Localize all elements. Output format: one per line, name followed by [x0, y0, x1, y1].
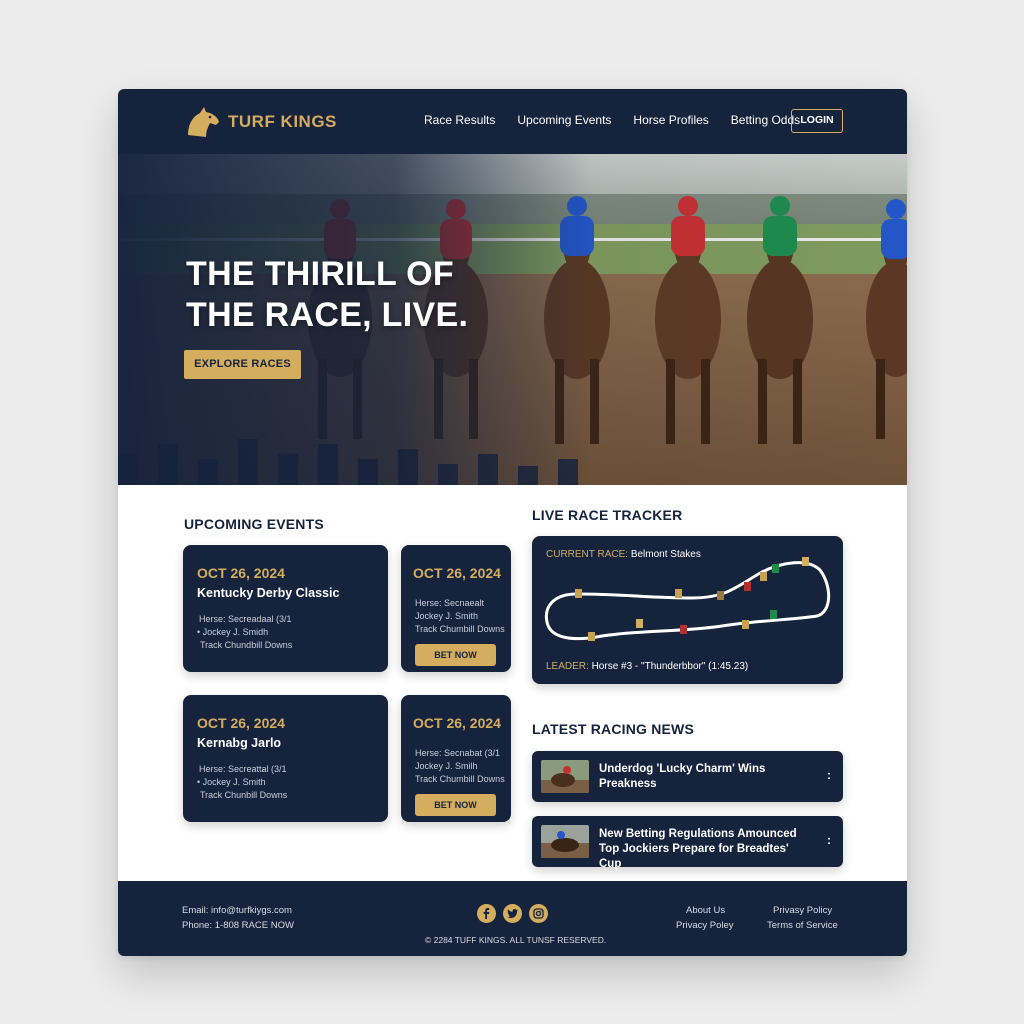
event-horse: Herse: Secreadaal (3/1 — [199, 614, 292, 624]
twitter-icon[interactable] — [503, 904, 522, 923]
instagram-icon[interactable] — [529, 904, 548, 923]
news-headline: Underdog 'Lucky Charm' Wins Preakness — [599, 763, 766, 790]
event-date: OCT 26, 2024 — [413, 715, 501, 731]
event-name: Kentucky Derby Classic — [197, 586, 340, 600]
news-item-2[interactable]: New Betting Regulations Amounced Top Joc… — [532, 816, 843, 870]
more-options-icon[interactable]: : — [827, 833, 831, 847]
more-options-icon[interactable]: : — [827, 768, 831, 782]
footer-phone: Phone: 1-808 RACE NOW — [182, 920, 294, 931]
hero-title-line-1: THE THIRILL OF — [186, 255, 454, 293]
event-date: OCT 26, 2024 — [197, 565, 285, 581]
brand-logo[interactable]: TURF KINGS — [184, 105, 337, 139]
footer: Email: info@turfkiygs.com Phone: 1-808 R… — [118, 881, 907, 956]
top-nav: TURF KINGS Race Results Upcoming Events … — [118, 89, 907, 154]
footer-link-privacy-poley[interactable]: Privacy Poley — [676, 920, 734, 931]
nav-links: Race Results Upcoming Events Horse Profi… — [424, 113, 822, 127]
nav-betting-odds[interactable]: Betting Odds — [731, 113, 800, 127]
event-jockey: Jockey J. Smilh — [415, 761, 478, 771]
footer-link-privacy-policy[interactable]: Privasy Policy — [773, 905, 832, 916]
upcoming-events-title: UPCOMING EVENTS — [184, 516, 324, 532]
event-jockey: • Jockey J. Smidh — [197, 627, 269, 637]
login-button[interactable]: LOGIN — [791, 109, 843, 133]
event-card-2[interactable]: OCT 26, 2024 Herse: Secnaealt Jockey J. … — [401, 545, 511, 672]
leader-value: Horse #3 - "Thunderbbor" (1:45.23) — [591, 661, 749, 672]
page-card: TURF KINGS Race Results Upcoming Events … — [118, 89, 907, 956]
bet-now-button[interactable]: BET NOW — [415, 644, 496, 666]
event-card-3[interactable]: OCT 26, 2024 Kernabg Jarlo Herse: Secrea… — [183, 695, 388, 822]
footer-email[interactable]: Email: info@turfkiygs.com — [182, 905, 292, 916]
facebook-icon[interactable] — [477, 904, 496, 923]
event-card-1[interactable]: OCT 26, 2024 Kentucky Derby Classic Hers… — [183, 545, 388, 672]
event-jockey: • Jockey J. Smith — [197, 777, 266, 787]
event-track: Track Chumbill Downs — [415, 774, 505, 784]
event-horse: Herse: Secnabat (3/1 — [415, 748, 501, 758]
leader-key: LEADER: — [546, 661, 589, 672]
footer-copyright: © 2284 TUFF KINGS. ALL TUNSF RESERVED. — [425, 935, 607, 945]
nav-race-results[interactable]: Race Results — [424, 113, 495, 127]
footer-link-terms[interactable]: Terms of Service — [767, 920, 838, 931]
explore-races-button[interactable]: EXPLORE RACES — [184, 350, 301, 379]
event-track: Track Chunbill Downs — [200, 790, 288, 800]
event-horse: Herse: Secreattal (3/1 — [199, 764, 287, 774]
news-item-1[interactable]: Underdog 'Lucky Charm' Wins Preakness : — [532, 751, 843, 802]
live-tracker-title: LIVE RACE TRACKER — [532, 507, 683, 523]
footer-link-about-us[interactable]: About Us — [686, 905, 725, 916]
bet-now-button[interactable]: BET NOW — [415, 794, 496, 816]
news-thumbnail — [541, 760, 589, 793]
event-jockey: Jockey J. Smith — [415, 611, 479, 621]
live-race-tracker: CURRENT RACE: Belmont Stakes LEADER: Hor… — [532, 536, 843, 684]
brand-name: TURF KINGS — [228, 112, 337, 131]
news-headline: New Betting Regulations Amounced Top Joc… — [599, 828, 797, 870]
hero-banner: THE THIRILL OF THE RACE, LIVE. EXPLORE R… — [118, 154, 907, 485]
nav-upcoming-events[interactable]: Upcoming Events — [517, 113, 611, 127]
event-card-4[interactable]: OCT 26, 2024 Herse: Secnabat (3/1 Jockey… — [401, 695, 511, 822]
news-thumbnail — [541, 825, 589, 858]
nav-horse-profiles[interactable]: Horse Profiles — [633, 113, 708, 127]
event-track: Track Chumbill Downs — [415, 624, 505, 634]
hero-title-line-2: THE RACE, LIVE. — [186, 296, 469, 334]
hero-title: THE THIRILL OF THE RACE, LIVE. — [186, 254, 486, 336]
horse-head-logo-icon — [188, 107, 219, 137]
event-track: Track Chundbill Downs — [200, 640, 293, 650]
event-date: OCT 26, 2024 — [197, 715, 285, 731]
leader-label: LEADER: Horse #3 - "Thunderbbor" (1:45.2… — [546, 661, 748, 672]
latest-news-title: LATEST RACING NEWS — [532, 721, 695, 737]
event-horse: Herse: Secnaealt — [415, 598, 485, 608]
event-date: OCT 26, 2024 — [413, 565, 501, 581]
event-name: Kernabg Jarlo — [197, 736, 282, 750]
